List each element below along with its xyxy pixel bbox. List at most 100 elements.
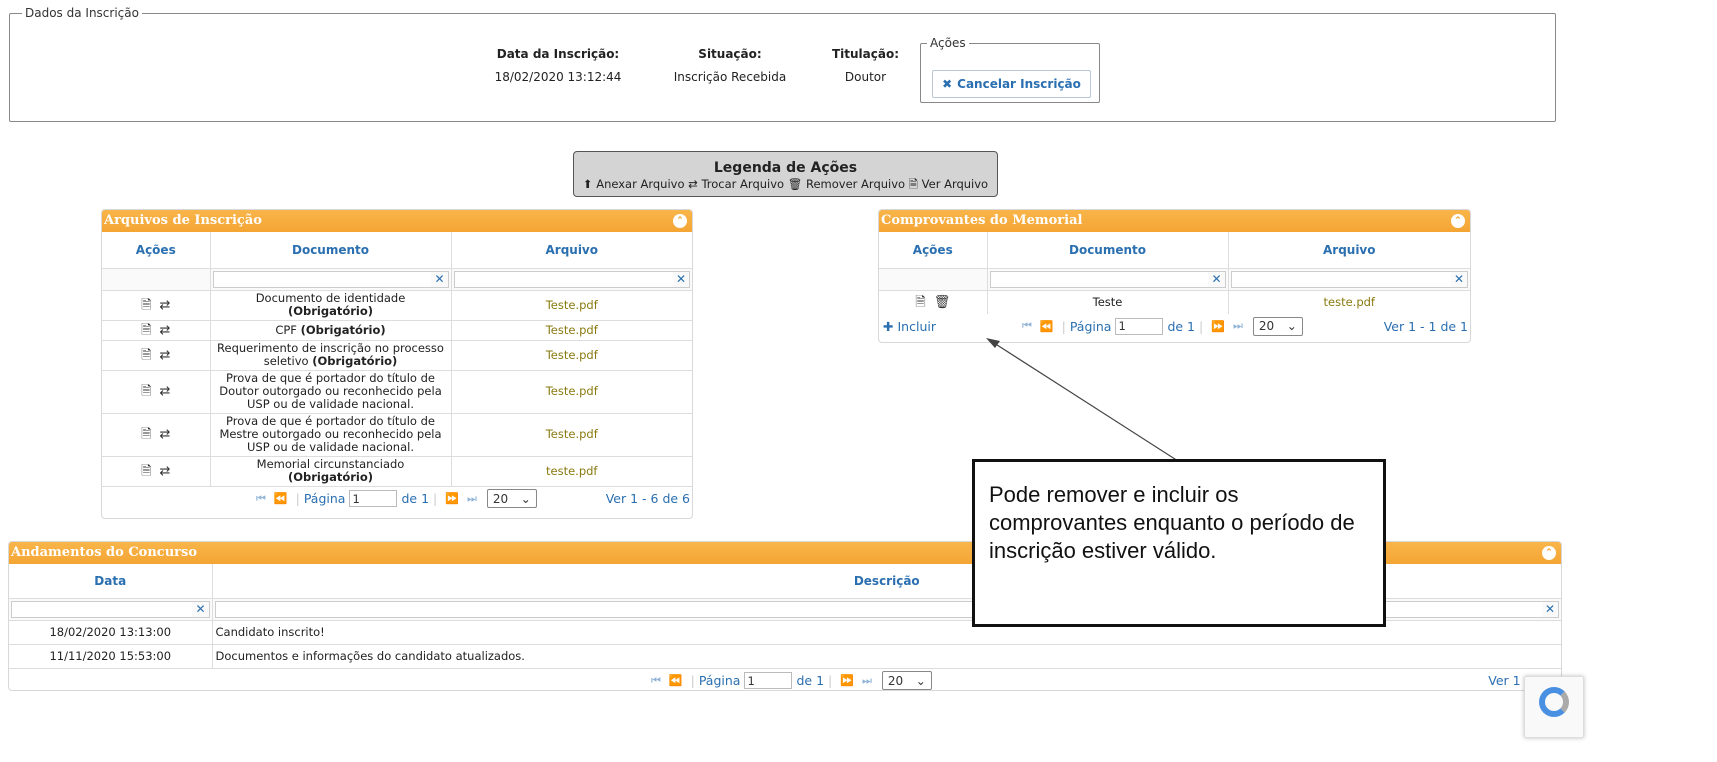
cancel-inscription-button[interactable]: ✖ Cancelar Inscrição [932,70,1091,98]
prev-page-icon[interactable]: ⏪ [1040,320,1054,333]
col-header-acoes[interactable]: Ações [879,232,988,268]
page-input[interactable]: 1 [744,672,793,689]
pdf-icon[interactable]: 🗎 [915,296,925,309]
col-header-documento[interactable]: Documento [210,232,452,268]
pager-separator: | [690,673,695,688]
row-documento: Memorial circunstanciado (Obrigatório) [210,455,452,486]
clear-filter-icon[interactable]: ✕ [672,271,689,287]
row-actions: 🗎 ⇄ [102,319,211,340]
arquivos-panel: Arquivos de Inscrição ⌃ Ações Documento … [101,209,693,519]
trash-icon[interactable]: 🗑 [934,296,951,309]
comprovantes-pager: ✚ Incluir ⏮ ⏪ | Página 1 de 1 | ⏩ ⏭ 20 ⌄ … [879,314,1470,338]
file-link[interactable]: Teste.pdf [546,384,598,398]
swap-icon[interactable]: ⇄ [160,349,171,362]
file-link[interactable]: Teste.pdf [546,323,598,337]
doc-name: Prova de que é portador do título de Dou… [219,371,442,411]
next-page-icon[interactable]: ⏩ [445,492,459,505]
row-actions: 🗎 ⇄ [102,289,211,320]
filter-documento[interactable]: ✕ [210,267,452,290]
legend-ver: Ver Arquivo [921,177,989,191]
pager-separator: | [828,673,833,688]
prev-page-icon[interactable]: ⏪ [274,492,288,505]
swap-icon[interactable]: ⇄ [160,385,171,398]
file-link[interactable]: teste.pdf [546,464,597,478]
plus-icon[interactable]: ✚ [883,319,893,334]
legend-trocar: Trocar Arquivo [701,177,785,191]
pager-of: de 1 [1167,318,1196,334]
filter-data[interactable]: ✕ [9,597,213,620]
data-inscricao-col: Data da Inscrição: 18/02/2020 13:12:44 [478,47,638,84]
table-row: 🗎 ⇄ Prova de que é portador do título de … [102,369,692,413]
first-page-icon[interactable]: ⏮ [651,674,661,688]
clear-filter-icon[interactable]: ✕ [1450,271,1467,287]
trash-icon: 🗑 [787,177,803,191]
pager-total: Ver 1 - 1 de 1 [1383,318,1468,334]
incluir-button[interactable]: Incluir [897,319,936,334]
chevron-down-icon: ⌄ [1286,319,1297,333]
page-size-select[interactable]: 20 ⌄ [881,671,932,690]
page-input[interactable]: 1 [1115,317,1164,335]
next-page-icon[interactable]: ⏩ [840,674,854,687]
pager-separator: | [295,491,300,506]
recaptcha-badge[interactable] [1524,676,1584,738]
pager-separator: | [1199,318,1204,334]
situacao-label: Situação: [698,47,762,61]
col-header-arquivo[interactable]: Arquivo [451,232,692,268]
pager-label: Página [1069,318,1112,334]
swap-icon[interactable]: ⇄ [160,465,171,478]
page-input[interactable]: 1 [349,490,398,507]
filter-arquivo[interactable]: ✕ [451,267,692,290]
swap-icon[interactable]: ⇄ [160,324,171,337]
last-page-icon[interactable]: ⏭ [467,492,477,506]
file-link[interactable]: Teste.pdf [546,348,598,362]
col-header-documento[interactable]: Documento [987,232,1229,268]
collapse-comprovantes-button[interactable]: ⌃ [1451,214,1465,228]
page-size-select[interactable]: 20 ⌄ [486,489,537,508]
prev-page-icon[interactable]: ⏪ [669,674,683,687]
pager-of: de 1 [796,673,825,688]
collapse-arquivos-button[interactable]: ⌃ [673,214,687,228]
clear-filter-icon[interactable]: ✕ [1541,601,1558,617]
clear-filter-icon[interactable]: ✕ [431,271,448,287]
table-row: 🗎 ⇄ Requerimento de inscrição no processo… [102,339,692,370]
pdf-icon[interactable]: 🗎 [141,465,151,478]
table-row: 🗎 ⇄ CPF (Obrigatório) Teste.pdf [102,319,692,340]
swap-icon[interactable]: ⇄ [160,428,171,441]
dados-inscricao-legend: Dados da Inscrição [22,6,142,20]
filter-arquivo[interactable]: ✕ [1228,267,1470,290]
first-page-icon[interactable]: ⏮ [256,492,266,506]
pdf-icon[interactable]: 🗎 [141,299,151,312]
situacao-col: Situação: Inscrição Recebida [655,47,805,84]
doc-name: Documento de identidade [255,291,406,305]
file-link[interactable]: teste.pdf [1324,295,1375,309]
clear-filter-icon[interactable]: ✕ [1208,271,1225,287]
page-size-select[interactable]: 20 ⌄ [1252,316,1303,336]
pdf-icon[interactable]: 🗎 [141,428,151,441]
row-actions: 🗎 ⇄ [102,455,211,486]
row-documento: Documento de identidade (Obrigatório) [210,289,452,320]
file-link[interactable]: Teste.pdf [546,298,598,312]
col-header-arquivo[interactable]: Arquivo [1228,232,1470,268]
last-page-icon[interactable]: ⏭ [1233,319,1243,333]
legend-anexar: Anexar Arquivo [596,177,685,191]
row-documento: Prova de que é portador do título de Mes… [210,412,452,456]
row-arquivo: Teste.pdf [451,412,692,456]
col-header-data[interactable]: Data [9,564,213,598]
first-page-icon[interactable]: ⏮ [1022,319,1032,333]
next-page-icon[interactable]: ⏩ [1211,320,1225,333]
pdf-icon[interactable]: 🗎 [141,385,151,398]
col-header-acoes[interactable]: Ações [102,232,211,268]
filter-documento[interactable]: ✕ [987,267,1229,290]
page-size-value: 20 [492,491,509,506]
row-actions: 🗎 ⇄ [102,412,211,456]
comprovantes-panel-header: Comprovantes do Memorial ⌃ [879,210,1470,232]
last-page-icon[interactable]: ⏭ [862,674,872,688]
pdf-icon[interactable]: 🗎 [141,324,151,337]
row-actions: 🗎 ⇄ [102,369,211,413]
doc-required: (Obrigatório) [287,470,374,485]
collapse-andamentos-button[interactable]: ⌃ [1542,546,1556,560]
swap-icon[interactable]: ⇄ [160,299,171,312]
file-link[interactable]: Teste.pdf [546,427,598,441]
pdf-icon[interactable]: 🗎 [141,349,151,362]
clear-filter-icon[interactable]: ✕ [192,601,209,617]
